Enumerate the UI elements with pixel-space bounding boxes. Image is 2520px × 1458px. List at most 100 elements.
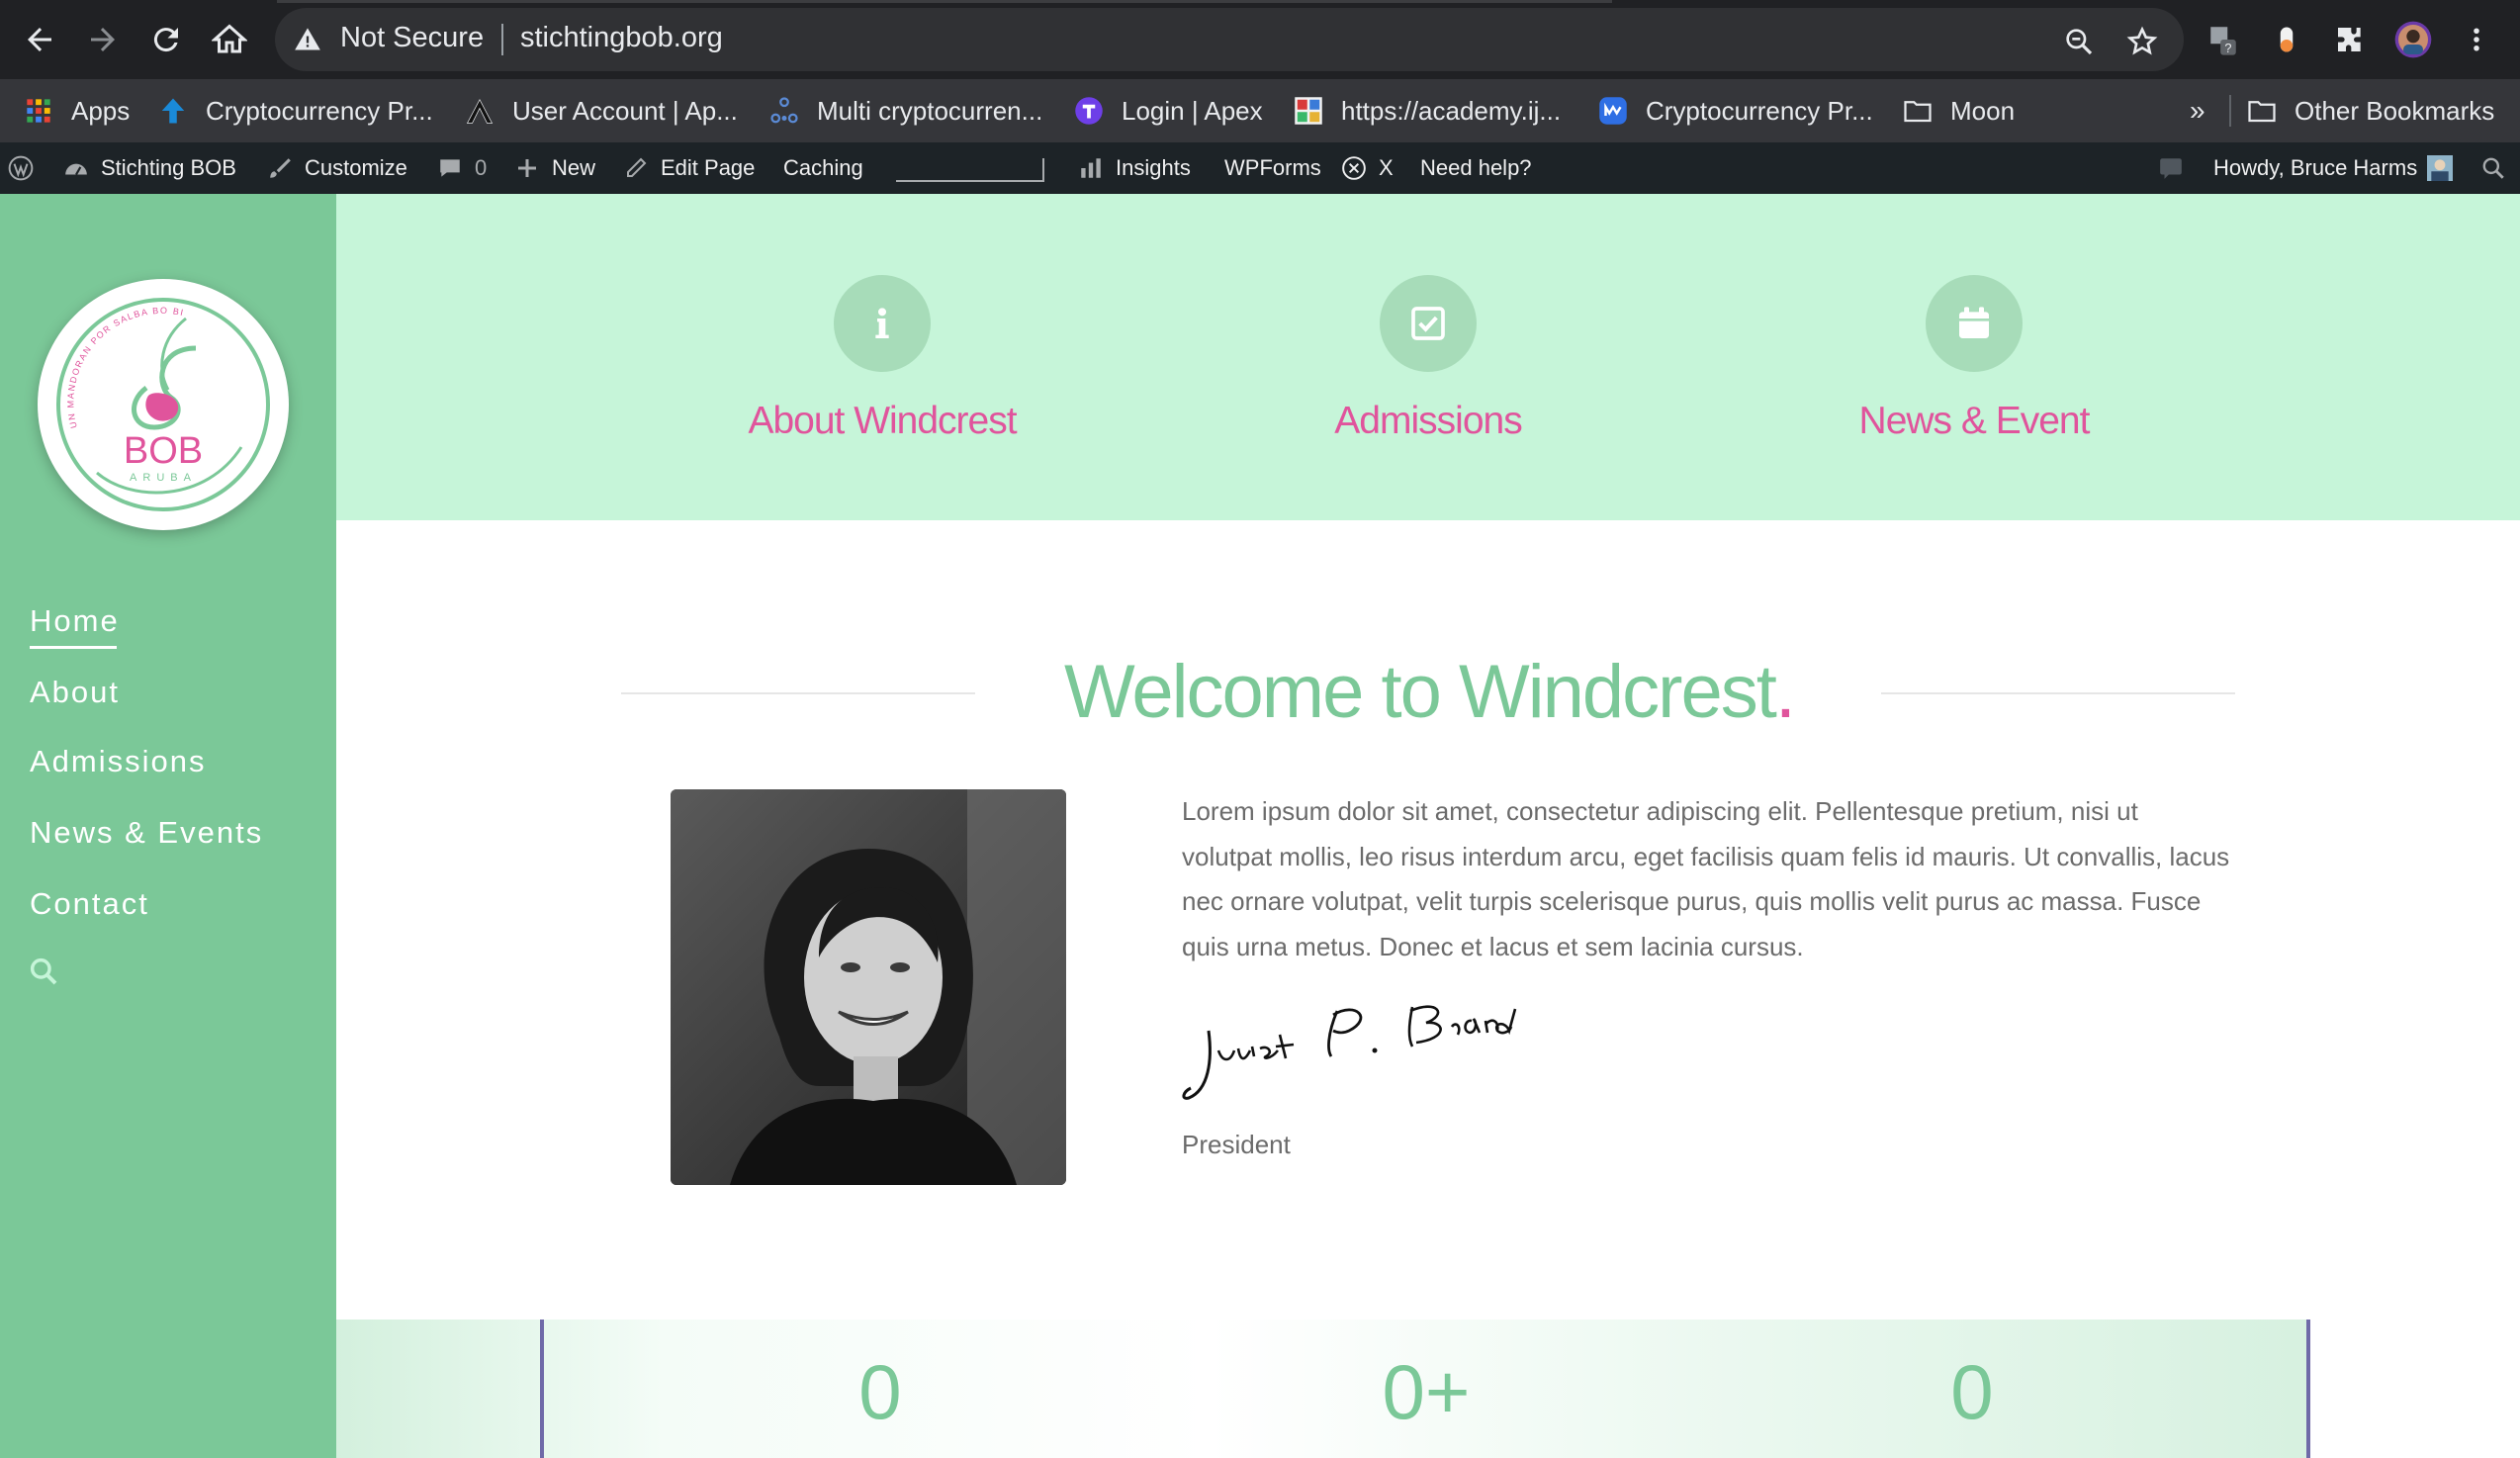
my-account-menu[interactable]: Howdy, Bruce Harms — [2213, 142, 2454, 194]
nav-item-admissions[interactable]: Admissions — [30, 744, 207, 779]
home-icon — [212, 24, 247, 53]
pill-extension-icon[interactable] — [2267, 20, 2306, 59]
feature-icon-circle — [1380, 275, 1477, 372]
paintbrush-icon — [267, 155, 293, 181]
wp-admin-bar: Stichting BOB Customize 0 New Edit Page … — [0, 142, 2520, 194]
x-menu[interactable]: X — [1341, 142, 1394, 194]
nav-item-label: Contact — [30, 886, 149, 921]
url-text[interactable]: stichtingbob.org — [520, 22, 723, 54]
address-divider — [501, 24, 503, 55]
feature-icon-circle — [834, 275, 931, 372]
bookmark-user-account[interactable]: User Account | Ap... — [465, 79, 738, 142]
notification-menu[interactable] — [2158, 142, 2196, 194]
bookmark-star-icon[interactable] — [2126, 26, 2158, 57]
pencil-icon — [623, 155, 649, 181]
comment-bubble-icon — [437, 155, 463, 181]
bookmark-multi-crypto[interactable]: Multi cryptocurren... — [769, 79, 1042, 142]
site-logo[interactable]: BOB ARUBA UN MANDORAN POR SALBA BO BIDA — [34, 271, 289, 530]
title-rule-left — [621, 692, 975, 694]
president-portrait — [671, 789, 1066, 1185]
apex-icon — [465, 96, 495, 126]
bookmark-label: Apps — [71, 95, 131, 126]
feature-admissions[interactable]: Admissions — [1161, 194, 1695, 443]
feature-about[interactable]: About Windcrest — [615, 194, 1149, 443]
arrow-right-icon — [91, 28, 115, 51]
nav-item-contact[interactable]: Contact — [30, 886, 149, 922]
nav-item-news-events[interactable]: News & Events — [30, 815, 263, 851]
home-button[interactable] — [206, 16, 253, 63]
x-label: X — [1379, 155, 1394, 180]
admin-search-button[interactable] — [2480, 142, 2518, 194]
svg-text:ARUBA: ARUBA — [130, 472, 197, 484]
tab-strip-edge — [277, 0, 1612, 3]
insights-menu[interactable]: Insights — [1078, 142, 1191, 194]
counter-value: 0 — [1950, 1348, 1994, 1435]
feature-news-event[interactable]: News & Event — [1707, 194, 2241, 443]
feature-title: About Windcrest — [748, 400, 1017, 442]
need-help-link[interactable]: Need help? — [1420, 142, 1532, 194]
caching-menu[interactable]: Caching — [783, 142, 863, 194]
other-bookmarks-button[interactable]: Other Bookmarks — [2247, 79, 2494, 142]
dots-triangle-icon — [769, 96, 799, 126]
bookmarks-overflow-button[interactable]: » — [2190, 79, 2205, 142]
back-button[interactable] — [16, 16, 63, 63]
close-circle-icon — [1341, 155, 1367, 181]
calendar-icon — [1959, 307, 1989, 338]
bookmark-login-apex[interactable]: Login | Apex — [1074, 79, 1263, 142]
sidebar-search-button[interactable] — [28, 956, 61, 989]
caching-label: Caching — [783, 155, 863, 180]
plus-icon — [514, 155, 540, 181]
feature-band: About Windcrest Admissions News & Event — [336, 194, 2520, 520]
wpforms-menu[interactable]: WPForms — [1224, 142, 1321, 194]
address-bar[interactable]: Not Secure stichtingbob.org — [275, 8, 2184, 71]
bookmark-cryptocurrency-1[interactable]: Cryptocurrency Pr... — [158, 79, 433, 142]
comments-link[interactable]: 0 — [437, 142, 487, 194]
user-avatar-icon — [2427, 155, 2454, 181]
warning-icon — [295, 28, 320, 50]
bookmark-label: User Account | Ap... — [512, 95, 738, 126]
dashboard-gauge-icon — [63, 155, 89, 181]
counter-value: 0+ — [1382, 1348, 1471, 1435]
counter-value: 0 — [858, 1348, 902, 1435]
bookmark-apps[interactable]: Apps — [24, 79, 130, 142]
edit-page-label: Edit Page — [661, 155, 756, 180]
president-role: President — [1182, 1130, 1291, 1159]
zoom-icon[interactable] — [2063, 26, 2095, 57]
bookmark-label: Cryptocurrency Pr... — [206, 95, 433, 126]
nav-item-label: Home — [30, 603, 120, 638]
chrome-menu-icon[interactable] — [2457, 20, 2496, 59]
bookmarks-divider — [2229, 95, 2231, 127]
site-name-menu[interactable]: Stichting BOB — [63, 142, 236, 194]
bookmark-label: https://academy.ij... — [1341, 95, 1562, 126]
extension-puzzle-icon[interactable]: ? — [2204, 20, 2243, 59]
bookmark-academy[interactable]: https://academy.ij... — [1294, 79, 1561, 142]
folder-icon — [1903, 96, 1933, 126]
insights-label: Insights — [1116, 155, 1191, 180]
counter-band-edge — [2310, 1320, 2520, 1458]
new-content-menu[interactable]: New — [514, 142, 595, 194]
forward-button[interactable] — [79, 16, 127, 63]
nav-item-about[interactable]: About — [30, 675, 120, 710]
overflow-chevron-icon: » — [2190, 95, 2205, 126]
customize-link[interactable]: Customize — [267, 142, 407, 194]
extensions-icon[interactable] — [2330, 20, 2370, 59]
profile-avatar-icon[interactable] — [2393, 20, 2433, 59]
info-icon — [875, 308, 889, 338]
edit-page-link[interactable]: Edit Page — [623, 142, 755, 194]
need-help-label: Need help? — [1420, 155, 1532, 180]
bookmark-moon[interactable]: Moon — [1903, 79, 2015, 142]
bar-chart-icon — [1078, 155, 1104, 181]
wpforms-label: WPForms — [1224, 155, 1321, 180]
bob-aruba-logo-icon: BOB ARUBA UN MANDORAN POR SALBA BO BIDA — [34, 271, 270, 511]
bookmarks-bar: Apps Cryptocurrency Pr... User Account |… — [0, 79, 2520, 142]
site-sidebar: BOB ARUBA UN MANDORAN POR SALBA BO BIDA … — [0, 194, 336, 1458]
counter-frame-left — [540, 1320, 544, 1458]
wordpress-menu[interactable] — [8, 142, 45, 194]
other-bookmarks-label: Other Bookmarks — [2295, 95, 2495, 126]
nav-item-home[interactable]: Home — [30, 603, 120, 649]
bookmark-label: Multi cryptocurren... — [817, 95, 1043, 126]
feature-title: News & Event — [1858, 400, 2091, 442]
reload-button[interactable] — [142, 16, 190, 63]
bookmark-cryptocurrency-2[interactable]: Cryptocurrency Pr... — [1598, 79, 1873, 142]
search-icon — [2480, 155, 2506, 181]
